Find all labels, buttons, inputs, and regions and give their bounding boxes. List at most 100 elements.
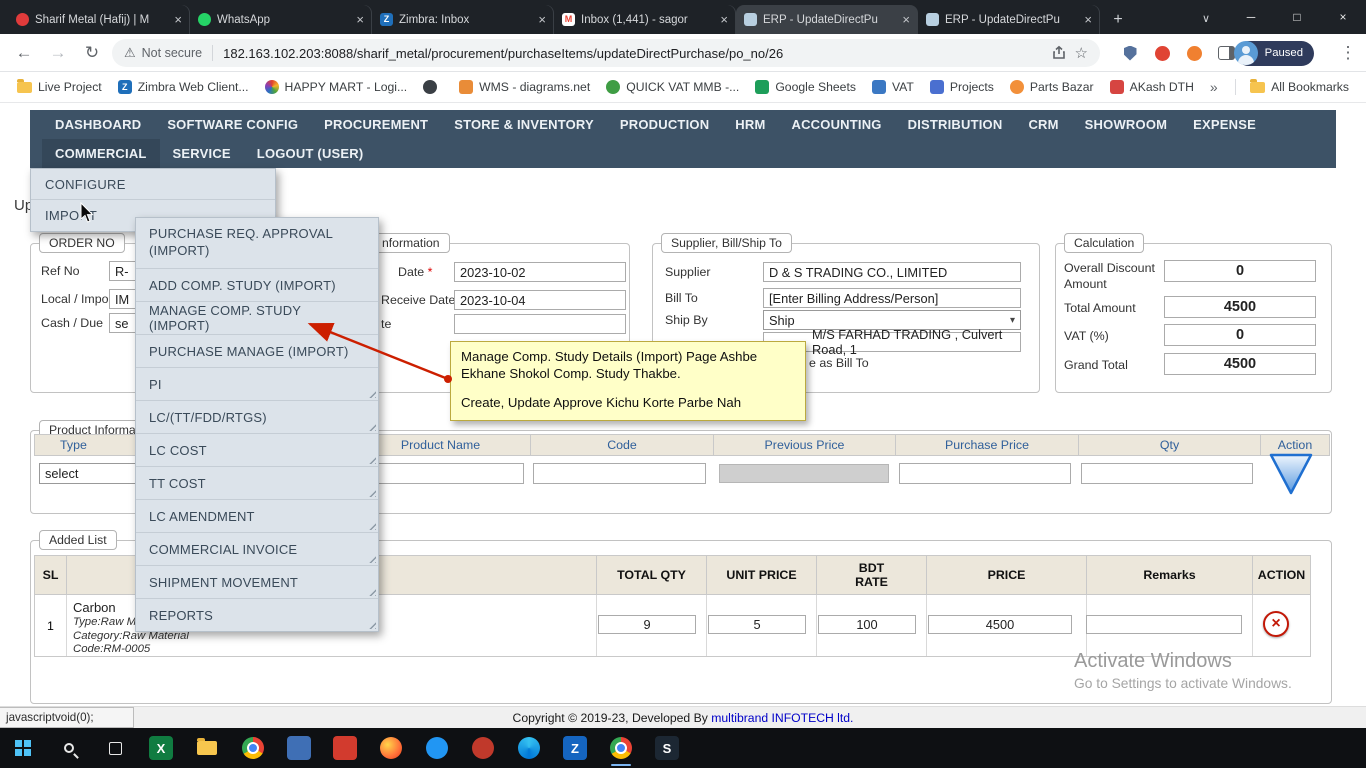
paw-extension-icon[interactable] xyxy=(1182,41,1206,65)
menu-production[interactable]: PRODUCTION xyxy=(607,110,722,139)
bookmark-google-sheets[interactable]: Google Sheets xyxy=(748,77,863,97)
excel-icon[interactable]: X xyxy=(138,728,184,768)
menu-accounting[interactable]: ACCOUNTING xyxy=(779,110,895,139)
grand-total-input[interactable]: 4500 xyxy=(1164,353,1316,375)
menu-showroom[interactable]: SHOWROOM xyxy=(1072,110,1180,139)
submenu-tt-cost[interactable]: TT COST xyxy=(136,466,378,499)
menu-dashboard[interactable]: DASHBOARD xyxy=(42,110,154,139)
tab-search-chevron-icon[interactable]: ∨ xyxy=(1196,8,1216,28)
tab-zimbra[interactable]: Z Zimbra: Inbox × xyxy=(372,5,554,34)
new-tab-button[interactable]: + xyxy=(1106,8,1130,32)
tab-close-icon[interactable]: × xyxy=(1084,12,1092,27)
menu-logout[interactable]: LOGOUT (USER) xyxy=(244,139,377,168)
menu-service[interactable]: SERVICE xyxy=(160,139,244,168)
bookmark-parts-bazar[interactable]: Parts Bazar xyxy=(1003,77,1101,97)
back-button[interactable]: ← xyxy=(12,41,36,65)
security-label[interactable]: Not secure xyxy=(142,46,202,60)
vat-input[interactable]: 0 xyxy=(1164,324,1316,346)
task-view-icon[interactable] xyxy=(92,728,138,768)
bookmark-globe[interactable] xyxy=(416,77,450,97)
bookmark-star-icon[interactable]: ☆ xyxy=(1075,44,1088,62)
file-explorer-icon[interactable] xyxy=(184,728,230,768)
start-button[interactable] xyxy=(0,728,46,768)
product-code-input[interactable] xyxy=(533,463,706,484)
row-bdt-rate-input[interactable]: 100 xyxy=(818,615,916,634)
app-icon-2[interactable] xyxy=(322,728,368,768)
tab-gmail[interactable]: M Inbox (1,441) - sagor × xyxy=(554,5,736,34)
tab-close-icon[interactable]: × xyxy=(902,12,910,27)
receive-date-input[interactable]: 2023-10-04 xyxy=(454,290,626,310)
supplier-input[interactable]: D & S TRADING CO., LIMITED xyxy=(763,262,1021,282)
menu-item-configure[interactable]: CONFIGURE xyxy=(31,169,275,200)
submenu-add-comp-study[interactable]: ADD COMP. STUDY (IMPORT) xyxy=(136,268,378,301)
purchase-price-input[interactable] xyxy=(899,463,1071,484)
menu-commercial[interactable]: COMMERCIAL xyxy=(42,139,160,168)
all-bookmarks-button[interactable]: All Bookmarks xyxy=(1243,77,1356,97)
submenu-lc-tt[interactable]: LC/(TT/FDD/RTGS) xyxy=(136,400,378,433)
overall-discount-input[interactable]: 0 xyxy=(1164,260,1316,282)
tab-close-icon[interactable]: × xyxy=(174,12,182,27)
submenu-lc-cost[interactable]: LC COST xyxy=(136,433,378,466)
chrome-active-icon[interactable] xyxy=(598,728,644,768)
submenu-reports[interactable]: REPORTS xyxy=(136,598,378,631)
bookmarks-overflow-icon[interactable]: » xyxy=(1203,76,1225,98)
total-amount-input[interactable]: 4500 xyxy=(1164,296,1316,318)
chrome-icon[interactable] xyxy=(230,728,276,768)
window-maximize-button[interactable]: □ xyxy=(1274,0,1320,34)
submenu-purchase-req-approval[interactable]: PURCHASE REQ. APPROVAL (IMPORT) xyxy=(136,218,378,268)
bookmark-akash-dth[interactable]: AKash DTH xyxy=(1103,77,1201,97)
edge-icon[interactable] xyxy=(506,728,552,768)
row-price-input[interactable]: 4500 xyxy=(928,615,1072,634)
bookmark-vat[interactable]: VAT xyxy=(865,77,921,97)
note-input[interactable] xyxy=(454,314,626,334)
app-icon-3[interactable] xyxy=(414,728,460,768)
menu-distribution[interactable]: DISTRIBUTION xyxy=(895,110,1016,139)
tab-whatsapp[interactable]: WhatsApp × xyxy=(190,5,372,34)
tab-sharif-metal[interactable]: Sharif Metal (Hafij) | M × xyxy=(8,5,190,34)
window-close-button[interactable]: × xyxy=(1320,0,1366,34)
row-total-qty-input[interactable]: 9 xyxy=(598,615,696,634)
forward-button[interactable]: → xyxy=(46,41,70,65)
share-icon[interactable] xyxy=(1051,45,1067,61)
qty-input[interactable] xyxy=(1081,463,1253,484)
bookmark-projects[interactable]: Projects xyxy=(923,77,1001,97)
submenu-lc-amendment[interactable]: LC AMENDMENT xyxy=(136,499,378,532)
browser-menu-icon[interactable]: ⋮ xyxy=(1336,41,1360,65)
date-input[interactable]: 2023-10-02 xyxy=(454,262,626,282)
bookmark-quick-vat[interactable]: QUICK VAT MMB -... xyxy=(599,77,746,97)
zimbra-app-icon[interactable]: Z xyxy=(552,728,598,768)
tab-erp-active[interactable]: ERP - UpdateDirectPu × xyxy=(736,5,918,34)
adblock-extension-icon[interactable] xyxy=(1150,41,1174,65)
tab-erp-2[interactable]: ERP - UpdateDirectPu × xyxy=(918,5,1100,34)
s-app-icon[interactable]: S xyxy=(644,728,690,768)
tab-close-icon[interactable]: × xyxy=(538,12,546,27)
tab-close-icon[interactable]: × xyxy=(720,12,728,27)
menu-store-inventory[interactable]: STORE & INVENTORY xyxy=(441,110,607,139)
delete-row-button[interactable]: × xyxy=(1263,611,1289,637)
menu-procurement[interactable]: PROCUREMENT xyxy=(311,110,441,139)
menu-crm[interactable]: CRM xyxy=(1015,110,1071,139)
tab-close-icon[interactable]: × xyxy=(356,12,364,27)
search-icon[interactable] xyxy=(46,728,92,768)
menu-software-config[interactable]: SOFTWARE CONFIG xyxy=(154,110,311,139)
submenu-shipment-movement[interactable]: SHIPMENT MOVEMENT xyxy=(136,565,378,598)
app-icon-4[interactable] xyxy=(460,728,506,768)
bookmark-live-project[interactable]: Live Project xyxy=(10,77,109,97)
reload-button[interactable]: ↻ xyxy=(80,41,104,65)
window-minimize-button[interactable]: ─ xyxy=(1228,0,1274,34)
bookmark-happy-mart[interactable]: HAPPY MART - Logi... xyxy=(258,77,415,97)
add-product-triangle-button[interactable] xyxy=(1268,452,1314,496)
developer-link[interactable]: multibrand INFOTECH ltd. xyxy=(711,711,853,725)
row-remarks-input[interactable] xyxy=(1086,615,1242,634)
menu-expense[interactable]: EXPENSE xyxy=(1180,110,1269,139)
address-bar[interactable]: ⚠ Not secure 182.163.102.203:8088/sharif… xyxy=(112,39,1100,67)
profile-button[interactable]: Paused xyxy=(1236,40,1314,66)
url-text[interactable]: 182.163.102.203:8088/sharif_metal/procur… xyxy=(223,46,1042,61)
app-icon-1[interactable] xyxy=(276,728,322,768)
submenu-commercial-invoice[interactable]: COMMERCIAL INVOICE xyxy=(136,532,378,565)
shield-extension-icon[interactable] xyxy=(1118,41,1142,65)
row-unit-price-input[interactable]: 5 xyxy=(708,615,806,634)
bill-to-input[interactable]: [Enter Billing Address/Person] xyxy=(763,288,1021,308)
menu-hrm[interactable]: HRM xyxy=(722,110,778,139)
bookmark-wms[interactable]: WMS - diagrams.net xyxy=(452,77,597,97)
